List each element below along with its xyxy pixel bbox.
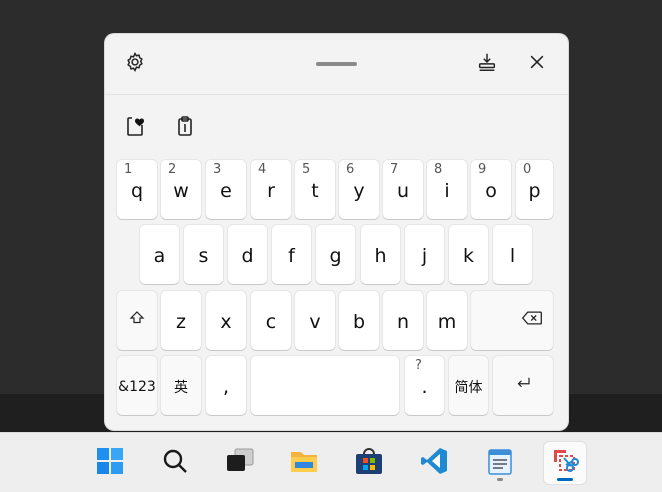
search-button[interactable]	[154, 442, 196, 484]
key-u[interactable]: 7u	[383, 160, 423, 219]
period-key[interactable]: ?.	[405, 356, 444, 415]
key-c[interactable]: c	[251, 291, 291, 350]
settings-button[interactable]	[121, 50, 149, 78]
key-w[interactable]: 2w	[161, 160, 201, 219]
key-x[interactable]: x	[206, 291, 246, 350]
key-b[interactable]: b	[339, 291, 379, 350]
snipping-tool-button[interactable]	[544, 442, 586, 484]
search-icon	[161, 447, 189, 479]
key-l[interactable]: l	[493, 225, 532, 284]
key-y[interactable]: 6y	[339, 160, 379, 219]
running-indicator	[497, 478, 503, 481]
key-v[interactable]: v	[295, 291, 335, 350]
key-r[interactable]: 4r	[251, 160, 291, 219]
favorites-button[interactable]	[121, 114, 149, 142]
snipping-tool-icon	[550, 446, 580, 480]
shift-icon	[128, 309, 146, 332]
notepad-icon	[486, 446, 514, 480]
clipboard-button[interactable]	[171, 114, 199, 142]
key-t[interactable]: 5t	[295, 160, 335, 219]
key-p[interactable]: 0p	[516, 160, 553, 219]
key-g[interactable]: g	[316, 225, 355, 284]
symbols-key[interactable]: &123	[117, 356, 157, 415]
key-a[interactable]: a	[140, 225, 179, 284]
backspace-key[interactable]	[471, 291, 553, 350]
clipboard-heart-icon	[123, 114, 147, 142]
key-s[interactable]: s	[184, 225, 223, 284]
close-button[interactable]	[523, 50, 551, 78]
key-d[interactable]: d	[228, 225, 267, 284]
key-n[interactable]: n	[383, 291, 423, 350]
key-h[interactable]: h	[361, 225, 400, 284]
key-k[interactable]: k	[449, 225, 488, 284]
taskbar	[0, 432, 662, 492]
keyboard-header	[105, 34, 568, 95]
close-icon	[527, 52, 547, 76]
key-m[interactable]: m	[427, 291, 467, 350]
drag-handle[interactable]	[316, 62, 357, 66]
active-indicator	[557, 478, 573, 481]
key-f[interactable]: f	[272, 225, 311, 284]
backspace-icon	[521, 309, 543, 332]
dock-button[interactable]	[473, 50, 501, 78]
file-explorer-icon	[289, 447, 319, 479]
start-icon	[96, 447, 124, 479]
start-button[interactable]	[89, 442, 131, 484]
key-j[interactable]: j	[405, 225, 444, 284]
enter-icon	[514, 374, 532, 397]
space-key[interactable]	[251, 356, 399, 415]
microsoft-store-button[interactable]	[348, 442, 390, 484]
key-o[interactable]: 9o	[471, 160, 511, 219]
notepad-button[interactable]	[479, 442, 521, 484]
vscode-icon	[419, 446, 449, 480]
touch-keyboard: 1q 2w 3e 4r 5t 6y 7u 8i 9o 0p a s d f g …	[105, 34, 568, 430]
task-view-button[interactable]	[219, 442, 261, 484]
vscode-button[interactable]	[413, 442, 455, 484]
key-i[interactable]: 8i	[427, 160, 467, 219]
comma-key[interactable]: ,	[206, 356, 246, 415]
microsoft-store-icon	[354, 446, 384, 480]
shift-key[interactable]	[117, 291, 157, 350]
key-e[interactable]: 3e	[206, 160, 246, 219]
language-key[interactable]: 简体	[449, 356, 488, 415]
gear-icon	[124, 51, 146, 77]
key-q[interactable]: 1q	[117, 160, 157, 219]
dock-icon	[476, 51, 498, 77]
file-explorer-button[interactable]	[283, 442, 325, 484]
ime-mode-key[interactable]: 英	[161, 356, 201, 415]
clipboard-icon	[173, 114, 197, 142]
task-view-icon	[225, 447, 255, 479]
enter-key[interactable]	[493, 356, 553, 415]
key-z[interactable]: z	[161, 291, 201, 350]
